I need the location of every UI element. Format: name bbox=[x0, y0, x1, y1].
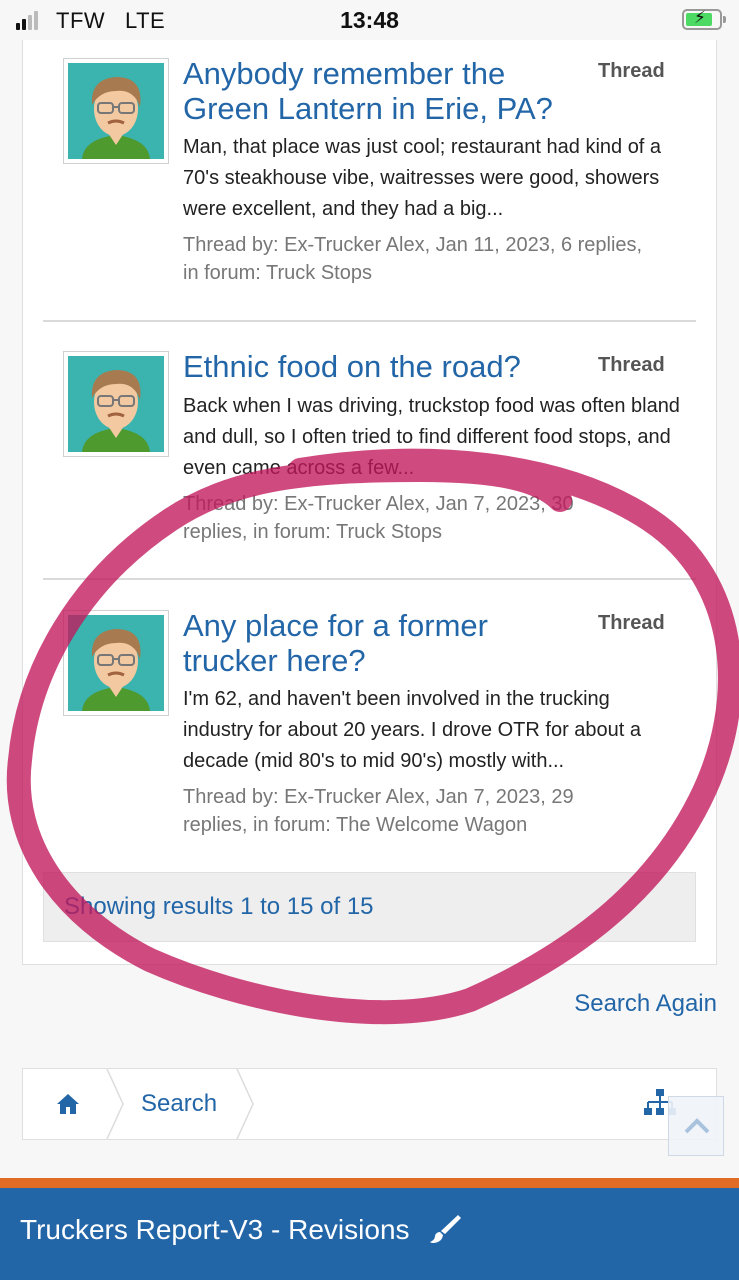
search-result: Ethnic food on the road? Thread Back whe… bbox=[43, 320, 696, 580]
breadcrumb-separator bbox=[236, 1069, 254, 1139]
avatar[interactable] bbox=[63, 610, 169, 716]
search-results-panel: Anybody remember the Green Lantern in Er… bbox=[22, 40, 717, 965]
result-type-label: Thread bbox=[598, 60, 665, 82]
breadcrumb-separator bbox=[106, 1069, 124, 1139]
home-icon[interactable] bbox=[55, 1091, 81, 1117]
divider bbox=[43, 578, 696, 580]
result-title-link[interactable]: Any place for a former trucker here? bbox=[183, 608, 563, 678]
user-avatar-icon bbox=[68, 615, 164, 711]
chevron-up-icon bbox=[684, 1118, 710, 1134]
paintbrush-icon[interactable] bbox=[428, 1212, 462, 1246]
search-result: Anybody remember the Green Lantern in Er… bbox=[43, 40, 696, 322]
results-count-bar: Showing results 1 to 15 of 15 bbox=[43, 872, 696, 942]
scroll-to-top-button[interactable] bbox=[668, 1096, 724, 1156]
result-snippet: I'm 62, and haven't been involved in the… bbox=[183, 688, 642, 772]
footer: Truckers Report-V3 - Revisions bbox=[0, 1188, 739, 1280]
avatar[interactable] bbox=[63, 58, 169, 164]
result-meta: Thread by: Ex-Trucker Alex, Jan 7, 2023,… bbox=[183, 786, 574, 836]
footer-accent-strip bbox=[0, 1178, 739, 1188]
status-bar: TFW LTE 13:48 ⚡ bbox=[0, 0, 739, 40]
user-avatar-icon bbox=[68, 356, 164, 452]
clock: 13:48 bbox=[340, 7, 399, 33]
result-type-label: Thread bbox=[598, 612, 665, 634]
user-avatar-icon bbox=[68, 63, 164, 159]
result-title-link[interactable]: Anybody remember the Green Lantern in Er… bbox=[183, 56, 583, 126]
breadcrumb-search-link[interactable]: Search bbox=[141, 1090, 217, 1118]
avatar[interactable] bbox=[63, 351, 169, 457]
result-type-label: Thread bbox=[598, 354, 665, 376]
search-result: Any place for a former trucker here? Thr… bbox=[43, 578, 696, 872]
result-meta: Thread by: Ex-Trucker Alex, Jan 7, 2023,… bbox=[183, 493, 574, 543]
result-snippet: Man, that place was just cool; restauran… bbox=[183, 136, 662, 220]
divider bbox=[43, 320, 696, 322]
style-chooser-link[interactable]: Truckers Report-V3 - Revisions bbox=[20, 1214, 410, 1246]
results-count-text: Showing results 1 to 15 of 15 bbox=[64, 893, 374, 920]
result-title-link[interactable]: Ethnic food on the road? bbox=[183, 349, 603, 384]
battery-charging-icon: ⚡ bbox=[682, 8, 726, 30]
search-again-link[interactable]: Search Again bbox=[574, 990, 717, 1018]
result-meta: Thread by: Ex-Trucker Alex, Jan 11, 2023… bbox=[183, 234, 643, 284]
breadcrumb: Search bbox=[22, 1068, 717, 1140]
result-snippet: Back when I was driving, truckstop food … bbox=[183, 395, 680, 479]
